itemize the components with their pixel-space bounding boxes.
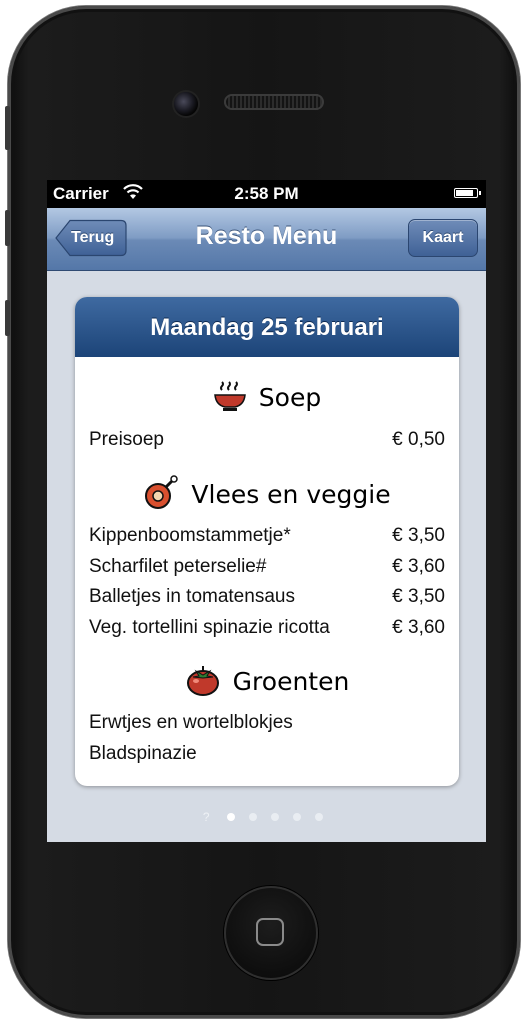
menu-item-price: € 0,50: [392, 429, 445, 450]
earpiece-speaker: [224, 94, 324, 110]
map-button[interactable]: Kaart: [408, 219, 478, 257]
volume-down-button: [5, 300, 10, 336]
meat-icon: [143, 475, 179, 517]
menu-item-name: Veg. tortellini spinazie ricotta: [89, 617, 330, 638]
section-title-soep: Soep: [75, 379, 459, 419]
page-dot[interactable]: [293, 812, 302, 821]
menu-item-name: Balletjes in tomatensaus: [89, 586, 295, 607]
volume-up-button: [5, 210, 10, 246]
menu-item-row: Kippenboomstammetje* € 3,50: [89, 525, 445, 547]
home-button[interactable]: [224, 886, 318, 980]
menu-item-row: Scharfilet peterselie# € 3,60: [89, 556, 445, 578]
status-bar: Carrier 2:58 PM: [47, 180, 486, 208]
section-title-text: Soep: [258, 383, 322, 412]
home-square-icon: [256, 918, 284, 946]
tomato-icon: [185, 663, 221, 703]
section-title-text: Groenten: [232, 667, 350, 696]
page-help-glyph: ?: [202, 809, 210, 824]
navigation-bar: Terug Resto Menu Kaart: [47, 208, 486, 271]
menu-item-name: Kippenboomstammetje*: [89, 525, 291, 546]
page-dot[interactable]: [227, 812, 236, 821]
status-time: 2:58 PM: [234, 184, 299, 203]
menu-card: Maandag 25 februari Soep Preisoep € 0,50…: [75, 297, 459, 786]
menu-item-row: Preisoep € 0,50: [89, 429, 445, 451]
page-dot[interactable]: [249, 812, 258, 821]
front-camera: [174, 92, 198, 116]
menu-item-price: € 3,50: [392, 525, 445, 546]
menu-item-name: Bladspinazie: [89, 743, 197, 764]
app-screen: Carrier 2:58 PM Terug Resto Menu Kaart M…: [47, 180, 486, 842]
menu-item-row: Veg. tortellini spinazie ricotta € 3,60: [89, 617, 445, 639]
soup-bowl-icon: [213, 379, 247, 419]
menu-item-price: € 3,60: [392, 617, 445, 638]
battery-icon: [454, 188, 481, 198]
menu-item-row: Bladspinazie: [89, 743, 445, 765]
menu-item-row: Erwtjes en wortelblokjes: [89, 712, 445, 734]
menu-item-name: Preisoep: [89, 429, 164, 450]
section-title-text: Vlees en veggie: [191, 480, 391, 509]
page-dot[interactable]: [271, 812, 280, 821]
menu-item-name: Scharfilet peterselie#: [89, 556, 267, 577]
menu-item-row: Balletjes in tomatensaus € 3,50: [89, 586, 445, 608]
menu-item-price: € 3,50: [392, 586, 445, 607]
battery-fill: [456, 190, 473, 196]
menu-item-name: Erwtjes en wortelblokjes: [89, 712, 293, 733]
section-title-groenten: Groenten: [75, 663, 459, 703]
menu-item-price: € 3,60: [392, 556, 445, 577]
menu-date-header: Maandag 25 februari: [75, 297, 459, 357]
mute-switch: [5, 106, 10, 150]
section-title-vlees: Vlees en veggie: [75, 475, 459, 517]
page-control[interactable]: ?: [47, 808, 486, 825]
page-dot[interactable]: [315, 812, 324, 821]
page-dots: [220, 808, 330, 825]
